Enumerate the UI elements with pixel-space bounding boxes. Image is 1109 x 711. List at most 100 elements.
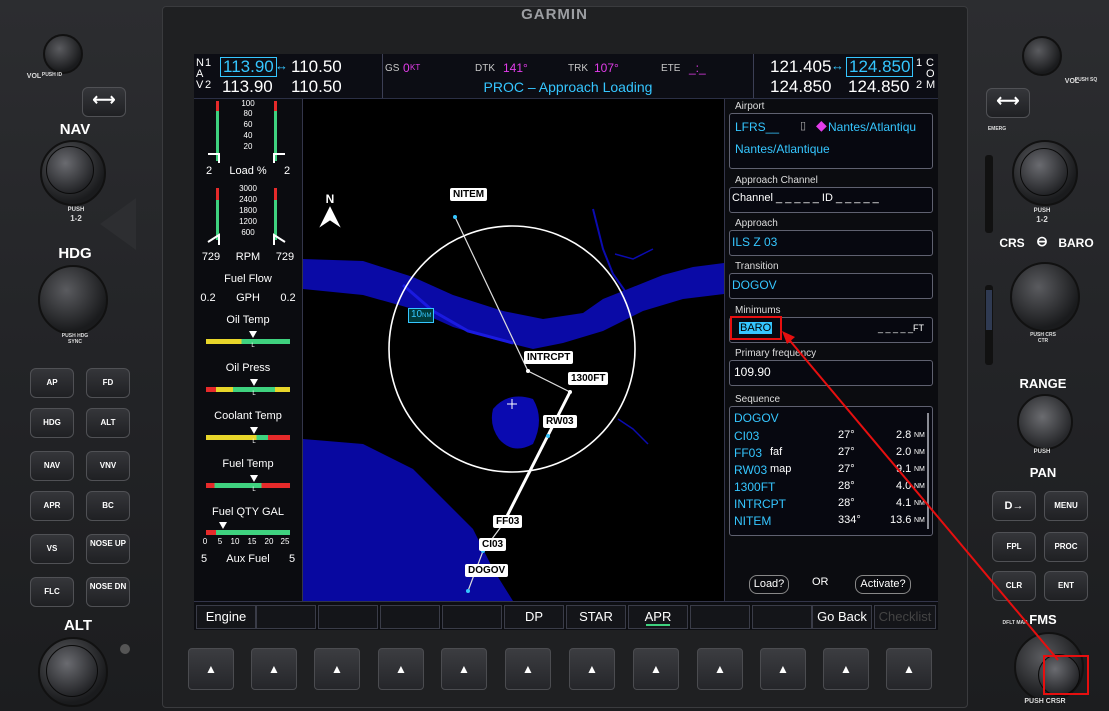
com-swap-button[interactable]: ⟷ <box>986 88 1030 118</box>
alt-button[interactable]: ALT <box>86 408 130 438</box>
vs-button[interactable]: VS <box>30 534 74 564</box>
sequence-row-1300ft[interactable]: 1300FT 28° 4.0 NM <box>734 480 930 497</box>
sequence-row-nitem[interactable]: NITEM 334° 13.6 NM <box>734 514 930 531</box>
nav1-standby-freq[interactable]: 110.50 <box>291 57 342 77</box>
wpt-label-1300ft[interactable]: 1300FT <box>568 372 609 385</box>
direct-to-button[interactable]: D→ <box>992 491 1036 521</box>
softkey-dp[interactable]: DP <box>504 605 564 629</box>
nav-ap-button[interactable]: NAV <box>30 451 74 481</box>
fms-label: FMS <box>1029 612 1057 627</box>
bc-button[interactable]: BC <box>86 491 130 521</box>
nav2-active-freq[interactable]: 113.90 <box>222 77 273 97</box>
com1-standby-freq[interactable]: 124.850 <box>846 57 914 77</box>
com1-active-freq[interactable]: 121.405 <box>770 57 831 77</box>
seq-name: 1300FT <box>734 480 776 494</box>
transition-field[interactable]: DOGOV <box>729 273 933 299</box>
alt-knob-outer[interactable] <box>38 637 108 707</box>
wpt-label-dogov[interactable]: DOGOV <box>465 564 509 577</box>
softkey-4[interactable] <box>380 605 440 629</box>
sequence-row-rw03[interactable]: RW03 map 27° 9.1 NM <box>734 463 930 480</box>
bezel-softkey-9[interactable]: ▲ <box>697 648 743 690</box>
ent-button[interactable]: ENT <box>1044 571 1088 601</box>
sequence-row-ff03[interactable]: FF03 faf 27° 2.0 NM <box>734 446 930 463</box>
hdg-button[interactable]: HDG <box>30 408 74 438</box>
fd-button[interactable]: FD <box>86 368 130 398</box>
clr-button[interactable]: CLR <box>992 571 1036 601</box>
vnv-button[interactable]: VNV <box>86 451 130 481</box>
airport-diamond-icon: ◆ <box>816 117 827 133</box>
flc-button[interactable]: FLC <box>30 577 74 607</box>
nose-dn-button[interactable]: NOSE DN <box>86 577 130 607</box>
wpt-label-ff03[interactable]: FF03 <box>493 515 523 528</box>
range-joystick[interactable] <box>1017 394 1073 450</box>
softkey-9[interactable] <box>690 605 750 629</box>
bezel-softkey-11[interactable]: ▲ <box>823 648 869 690</box>
bezel-softkey-12[interactable]: ▲ <box>886 648 932 690</box>
seq-dist: 2.8 <box>896 429 912 441</box>
bezel-softkey-4[interactable]: ▲ <box>378 648 424 690</box>
softkey-checklist[interactable]: Checklist <box>874 605 936 629</box>
com2-standby-freq[interactable]: 124.850 <box>848 77 909 97</box>
fpl-button[interactable]: FPL <box>992 532 1036 562</box>
sequence-list[interactable]: DOGOV CI03 27° 2.8 NM FF03 faf 27° 2.0 N… <box>729 406 933 536</box>
airport-ident[interactable]: LFRS__ <box>735 120 779 134</box>
hdg-knob[interactable] <box>38 265 108 335</box>
softkey-apr[interactable]: APR <box>628 605 688 629</box>
nav-knob-inner[interactable] <box>46 146 94 194</box>
proc-button[interactable]: PROC <box>1044 532 1088 562</box>
sequence-row-intrcpt[interactable]: INTRCPT 28° 4.1 NM <box>734 497 930 514</box>
approach-channel-field[interactable]: Channel _ _ _ _ _ ID _ _ _ _ _ <box>729 187 933 213</box>
softkey-2[interactable] <box>256 605 316 629</box>
softkey-3[interactable] <box>318 605 378 629</box>
vol-knob[interactable] <box>43 34 83 74</box>
menu-button[interactable]: MENU <box>1044 491 1088 521</box>
crs-baro-knob[interactable] <box>1010 262 1080 332</box>
com-knob-inner[interactable] <box>1020 148 1068 196</box>
bezel-softkey-5[interactable]: ▲ <box>441 648 487 690</box>
nose-up-button[interactable]: NOSE UP <box>86 534 130 564</box>
wpt-label-intrcpt[interactable]: INTRCPT <box>524 351 574 364</box>
apr-ap-button[interactable]: APR <box>30 491 74 521</box>
bezel-softkey-7[interactable]: ▲ <box>569 648 615 690</box>
airport-field[interactable]: LFRS__ ▯ ◆ Nantes/Atlantiqu Nantes/Atlan… <box>729 113 933 169</box>
softkey-5[interactable] <box>442 605 502 629</box>
softkey-go-back[interactable]: Go Back <box>812 605 872 629</box>
load-tick-40: 40 <box>243 131 253 140</box>
com-vol-knob[interactable] <box>1022 36 1062 76</box>
fms-knob-highlight <box>1043 655 1089 695</box>
nav-swap-button[interactable]: ⟷ <box>82 87 126 117</box>
softkey-engine[interactable]: Engine <box>196 605 256 629</box>
wpt-label-nitem[interactable]: NITEM <box>450 188 488 201</box>
softkey-label-row: Engine DP STAR APR Go Back Checklist <box>194 601 938 630</box>
alt-knob-inner[interactable] <box>46 645 98 697</box>
dtk-label: DTK <box>475 63 495 74</box>
bezel-softkey-1[interactable]: ▲ <box>188 648 234 690</box>
sequence-row-ci03[interactable]: CI03 27° 2.8 NM <box>734 429 930 446</box>
approach-field[interactable]: ILS Z 03 <box>729 230 933 256</box>
bezel-softkey-6[interactable]: ▲ <box>505 648 551 690</box>
north-arrow-icon <box>316 203 344 231</box>
primary-freq-field[interactable]: 109.90 <box>729 360 933 386</box>
nav-knob-outer[interactable] <box>40 140 106 206</box>
seq-crs: 27° <box>838 429 855 441</box>
com2-active-freq[interactable]: 124.850 <box>770 77 831 97</box>
bezel-softkey-10[interactable]: ▲ <box>760 648 806 690</box>
ap-button[interactable]: AP <box>30 368 74 398</box>
bezel-softkey-3[interactable]: ▲ <box>314 648 360 690</box>
fuel-scale-25: 25 <box>280 537 290 546</box>
wpt-label-rw03[interactable]: RW03 <box>543 415 577 428</box>
sequence-row-dogov[interactable]: DOGOV <box>734 411 930 428</box>
softkey-star[interactable]: STAR <box>566 605 626 629</box>
nav2-standby-freq[interactable]: 110.50 <box>291 77 342 97</box>
softkey-10[interactable] <box>752 605 812 629</box>
load-button[interactable]: Load? <box>749 575 789 594</box>
activate-button[interactable]: Activate? <box>855 575 911 594</box>
seq-unit: NM <box>914 500 925 507</box>
seq-unit: NM <box>914 517 925 524</box>
bezel-softkey-2[interactable]: ▲ <box>251 648 297 690</box>
wpt-label-ci03[interactable]: CI03 <box>479 538 507 551</box>
nav1-active-freq[interactable]: 113.90 <box>220 57 277 77</box>
com-knob-outer[interactable] <box>1012 140 1078 206</box>
bezel-softkey-8[interactable]: ▲ <box>633 648 679 690</box>
navigation-map[interactable]: N 10NM NITEM INTRCPT 1300FT RW03 FF03 CI… <box>303 99 724 601</box>
